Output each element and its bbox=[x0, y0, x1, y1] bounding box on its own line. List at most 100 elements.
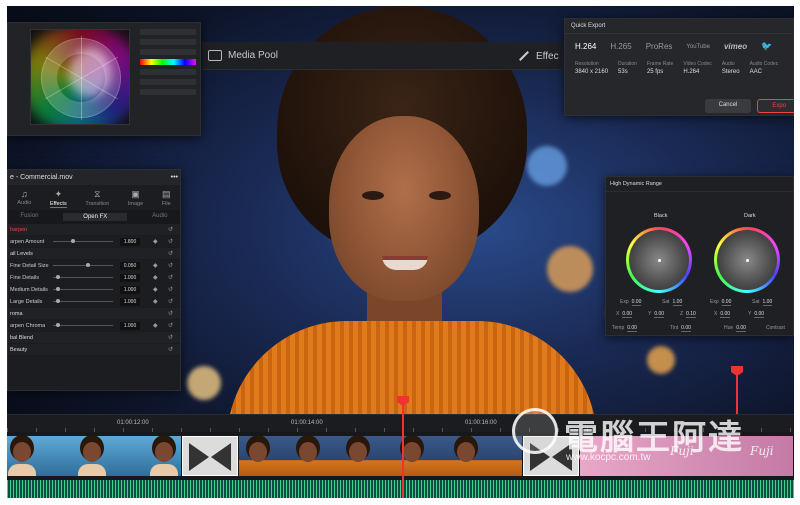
audio-label: Audio bbox=[721, 61, 735, 67]
scope-setting-row[interactable] bbox=[140, 29, 196, 35]
clip-orange-sweater[interactable] bbox=[239, 436, 523, 476]
parameter-value[interactable]: 0.050 bbox=[120, 261, 140, 270]
black-y[interactable]: Y 0.00 bbox=[648, 311, 665, 318]
reset-icon[interactable]: ↺ bbox=[168, 322, 173, 329]
black-x[interactable]: X 0.00 bbox=[616, 311, 633, 318]
scope-setting-row[interactable] bbox=[140, 79, 196, 85]
keyframe-icon[interactable]: ◆ bbox=[153, 238, 158, 245]
dark-sat[interactable]: Sat 1.00 bbox=[752, 299, 773, 306]
hue-gradient[interactable] bbox=[140, 59, 196, 65]
tab-h265[interactable]: H.265 bbox=[610, 42, 631, 51]
reset-icon[interactable]: ↺ bbox=[168, 238, 173, 245]
tab-audio[interactable]: ♫ Audio bbox=[17, 189, 31, 208]
keyframe-icon[interactable]: ◆ bbox=[153, 274, 158, 281]
label: X bbox=[616, 311, 620, 317]
dark-exp[interactable]: Exp 0.00 bbox=[710, 299, 732, 306]
slider-knob[interactable] bbox=[56, 287, 60, 291]
reset-icon[interactable]: ↺ bbox=[168, 298, 173, 305]
effect-parameter-row[interactable]: Fine Detail Size 0.050 ◆ ↺ bbox=[8, 260, 180, 272]
tab-vimeo[interactable]: vimeo bbox=[724, 42, 747, 51]
reset-icon[interactable]: ↺ bbox=[168, 286, 173, 293]
tab-image[interactable]: ▣ Image bbox=[128, 189, 143, 208]
parameter-value[interactable]: 1.000 bbox=[120, 297, 140, 306]
parameter-value[interactable]: 1.800 bbox=[120, 237, 140, 246]
dark-color-wheel[interactable] bbox=[714, 227, 780, 293]
cancel-button[interactable]: Cancel bbox=[704, 99, 752, 113]
dark-x[interactable]: X 0.00 bbox=[714, 311, 731, 318]
audio-waveform-track[interactable] bbox=[7, 480, 794, 498]
reset-icon[interactable]: ↺ bbox=[168, 250, 173, 257]
subtab-fusion[interactable]: Fusion bbox=[20, 213, 38, 221]
slider-knob[interactable] bbox=[56, 323, 60, 327]
slider-knob[interactable] bbox=[56, 299, 60, 303]
slider-knob[interactable] bbox=[71, 239, 75, 243]
parameter-slider[interactable] bbox=[53, 323, 113, 327]
hue-control[interactable]: Hue 0.00 bbox=[724, 325, 746, 332]
clip-blue-background[interactable] bbox=[7, 436, 182, 476]
twitter-icon[interactable]: 🐦 bbox=[761, 41, 772, 52]
parameter-value[interactable]: 1.000 bbox=[120, 321, 140, 330]
tab-file[interactable]: ▤ File bbox=[162, 189, 171, 208]
dark-y[interactable]: Y 0.00 bbox=[748, 311, 765, 318]
parameter-value[interactable]: 1.000 bbox=[120, 285, 140, 294]
tab-transition[interactable]: ⧖ Transition bbox=[85, 189, 109, 208]
tab-prores[interactable]: ProRes bbox=[646, 42, 673, 51]
effect-section-header[interactable]: Beauty ↺ bbox=[8, 344, 180, 356]
effect-section-header[interactable]: bal Blend ↺ bbox=[8, 332, 180, 344]
export-button[interactable]: Expo bbox=[757, 99, 794, 113]
effect-parameter-row[interactable]: Fine Details 1.000 ◆ ↺ bbox=[8, 272, 180, 284]
slider-knob[interactable] bbox=[56, 275, 60, 279]
thumbnail-face bbox=[349, 442, 367, 462]
parameter-slider[interactable] bbox=[53, 275, 113, 279]
slider-knob[interactable] bbox=[86, 263, 90, 267]
keyframe-icon[interactable]: ◆ bbox=[153, 262, 158, 269]
scope-setting-row[interactable] bbox=[140, 69, 196, 75]
reset-icon[interactable]: ↺ bbox=[168, 274, 173, 281]
keyframe-icon[interactable]: ◆ bbox=[153, 322, 158, 329]
scope-setting-row[interactable] bbox=[140, 49, 196, 55]
tab-effects[interactable]: ✦ Effects bbox=[49, 189, 67, 208]
effect-parameter-row[interactable]: arpen Chroma 1.000 ◆ ↺ bbox=[8, 320, 180, 332]
tint-control[interactable]: Tint 0.00 bbox=[670, 325, 691, 332]
label: Exp bbox=[710, 299, 719, 305]
reset-icon[interactable]: ↺ bbox=[168, 262, 173, 269]
black-exp[interactable]: Exp 0.00 bbox=[620, 299, 642, 306]
parameter-slider[interactable] bbox=[53, 263, 113, 267]
audio-codec-info: Audio Codec AAC bbox=[750, 61, 779, 75]
effect-parameter-row[interactable]: Large Details 1.000 ◆ ↺ bbox=[8, 296, 180, 308]
reset-icon[interactable]: ↺ bbox=[168, 346, 173, 353]
parameter-slider[interactable] bbox=[53, 239, 113, 243]
reset-icon[interactable]: ↺ bbox=[168, 310, 173, 317]
effect-section-header[interactable]: harpen ↺ bbox=[8, 224, 180, 236]
scope-setting-row[interactable] bbox=[140, 39, 196, 45]
effect-section-header[interactable]: roma ↺ bbox=[8, 308, 180, 320]
label: Z bbox=[680, 311, 684, 317]
tab-youtube[interactable]: YouTube bbox=[686, 44, 710, 50]
keyframe-icon[interactable]: ◆ bbox=[153, 286, 158, 293]
transition-clip[interactable] bbox=[182, 436, 238, 476]
media-pool-button[interactable]: Media Pool bbox=[208, 50, 278, 61]
reset-icon[interactable]: ↺ bbox=[168, 226, 173, 233]
more-options-icon[interactable]: ••• bbox=[171, 174, 178, 181]
temp-control[interactable]: Temp 0.00 bbox=[612, 325, 637, 332]
keyframe-icon[interactable]: ◆ bbox=[153, 298, 158, 305]
parameter-slider[interactable] bbox=[53, 287, 113, 291]
effect-section-header[interactable]: ail Levels ↺ bbox=[8, 248, 180, 260]
parameter-value[interactable]: 1.000 bbox=[120, 273, 140, 282]
effect-parameter-row[interactable]: Medium Details 1.000 ◆ ↺ bbox=[8, 284, 180, 296]
tab-effects-label: Effects bbox=[49, 201, 67, 207]
subtab-open-fx[interactable]: Open FX bbox=[63, 213, 128, 221]
black-color-wheel[interactable] bbox=[626, 227, 692, 293]
secondary-playhead-handle[interactable] bbox=[731, 366, 743, 376]
video-codec-info: Video Codec H.264 bbox=[683, 61, 712, 75]
effect-parameter-row[interactable]: arpen Amount 1.800 ◆ ↺ bbox=[8, 236, 180, 248]
reset-icon[interactable]: ↺ bbox=[168, 334, 173, 341]
parameter-slider[interactable] bbox=[53, 299, 113, 303]
black-z[interactable]: Z 0.10 bbox=[680, 311, 696, 318]
contrast-control[interactable]: Contrast bbox=[766, 325, 785, 331]
effects-button[interactable]: Effec bbox=[518, 50, 559, 62]
subtab-audio[interactable]: Audio bbox=[152, 213, 167, 221]
black-sat[interactable]: Sat 1.00 bbox=[662, 299, 683, 306]
tab-h264[interactable]: H.264 bbox=[575, 42, 596, 51]
scope-setting-row[interactable] bbox=[140, 89, 196, 95]
